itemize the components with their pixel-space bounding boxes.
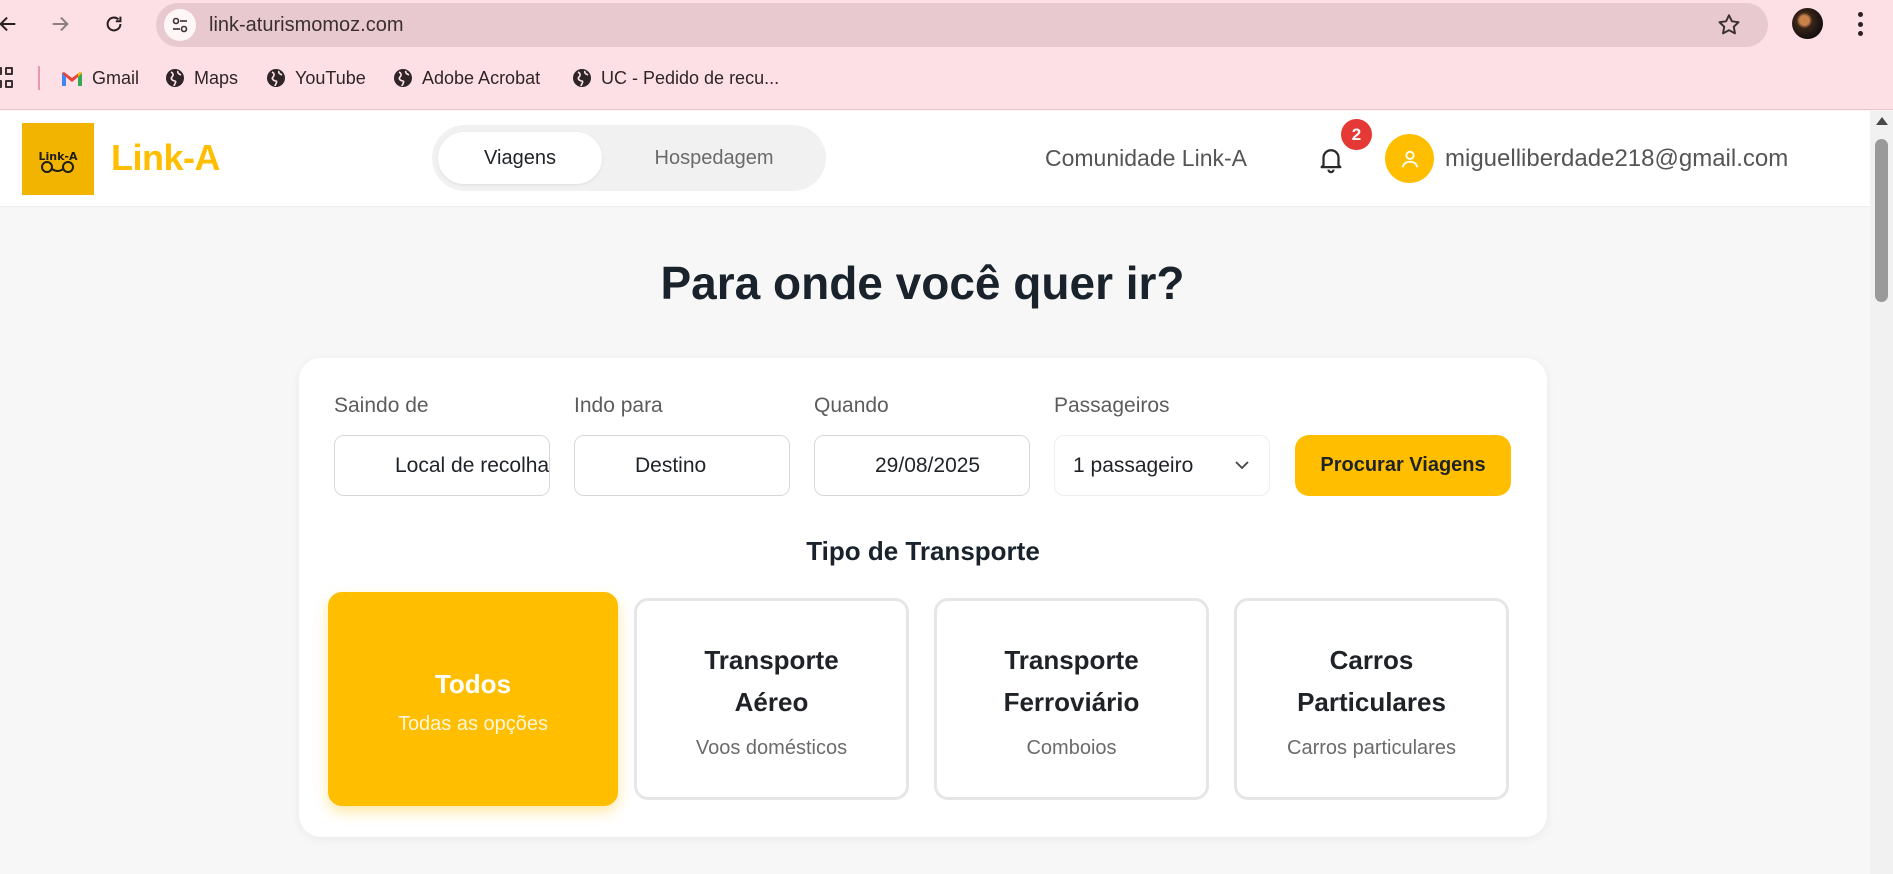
transport-option-ferroviario[interactable]: Transporte Ferroviário Comboios <box>934 598 1209 800</box>
bookmark-label: Gmail <box>92 67 140 88</box>
to-input-value: Destino <box>635 453 707 477</box>
bookmarks-bar: Gmail Maps YouTube Adobe Acrobat UC - Pe… <box>0 60 1893 96</box>
reload-button[interactable] <box>96 6 132 42</box>
browser-profile-avatar[interactable] <box>1792 8 1823 39</box>
transport-option-todos[interactable]: Todos Todas as opções <box>328 592 618 806</box>
from-input-value: Local de recolha <box>395 453 550 477</box>
page-scrollbar[interactable] <box>1870 111 1893 874</box>
scroll-thumb[interactable] <box>1875 139 1888 302</box>
date-input[interactable]: 29/08/2025 <box>814 435 1030 496</box>
passengers-select[interactable]: 1 passageiro <box>1054 435 1270 496</box>
bookmarks-separator <box>38 66 40 90</box>
user-icon <box>1401 150 1418 168</box>
bookmark-star-icon[interactable] <box>1716 12 1742 38</box>
bookmark-youtube[interactable]: YouTube <box>266 66 366 90</box>
to-input[interactable]: Destino <box>574 435 790 496</box>
address-bar[interactable]: link-aturismomoz.com <box>156 3 1768 47</box>
passengers-select-value: 1 passageiro <box>1073 453 1194 477</box>
date-label: Quando <box>814 394 889 417</box>
gmail-icon <box>62 71 82 86</box>
arrow-left-icon <box>0 16 16 32</box>
notification-badge: 2 <box>1341 119 1372 150</box>
option-subtitle: Comboios <box>1026 736 1117 759</box>
bell-icon[interactable] <box>1316 144 1346 174</box>
app-header: Link-A Link-A Viagens Hospedagem Comunid… <box>0 111 1870 207</box>
tab-viagens[interactable]: Viagens <box>438 132 602 184</box>
reload-icon <box>106 16 122 32</box>
bookmark-label: Maps <box>194 67 239 88</box>
search-trips-button[interactable]: Procurar Viagens <box>1295 435 1511 496</box>
logo[interactable]: Link-A <box>22 123 94 195</box>
from-label: Saindo de <box>334 394 429 417</box>
bookmark-label: UC - Pedido de recu... <box>601 67 780 88</box>
user-email[interactable]: miguelliberdade218@gmail.com <box>1445 145 1788 173</box>
bookmark-label: Adobe Acrobat <box>422 67 541 88</box>
bookmark-uc-pedido[interactable]: UC - Pedido de recu... <box>572 66 779 90</box>
transport-type-title: Tipo de Transporte <box>806 536 1040 566</box>
option-title: Transporte Aéreo <box>704 644 839 717</box>
option-subtitle: Carros particulares <box>1287 736 1456 759</box>
brand-name[interactable]: Link-A <box>111 137 221 179</box>
globe-icon <box>573 69 591 87</box>
arrow-right-icon <box>52 16 69 32</box>
browser-chrome: link-aturismomoz.com Gmail Maps YouTube <box>0 0 1893 110</box>
apps-grid-icon[interactable] <box>0 67 14 89</box>
to-label: Indo para <box>574 394 663 417</box>
user-avatar[interactable] <box>1385 134 1434 183</box>
back-button[interactable] <box>0 6 26 42</box>
scroll-up-arrow-icon[interactable] <box>1876 117 1888 125</box>
transport-option-carros[interactable]: Carros Particulares Carros particulares <box>1234 598 1509 800</box>
tune-icon <box>172 17 188 33</box>
option-title: Transporte Ferroviário <box>1003 644 1140 717</box>
bookmark-adobe-acrobat[interactable]: Adobe Acrobat <box>393 66 540 90</box>
option-subtitle: Voos domésticos <box>695 736 848 759</box>
search-card: Saindo de Local de recolha Indo para Des… <box>299 358 1547 837</box>
from-input[interactable]: Local de recolha <box>334 435 550 496</box>
option-subtitle: Todas as opções <box>397 712 549 735</box>
page-title: Para onde você quer ir? <box>660 257 1185 309</box>
tab-hospedagem[interactable]: Hospedagem <box>614 132 814 184</box>
globe-icon <box>267 69 285 87</box>
url-text[interactable]: link-aturismomoz.com <box>209 14 403 37</box>
logo-wheels-icon <box>41 160 74 173</box>
option-title: Todos <box>434 668 512 699</box>
bookmark-gmail[interactable]: Gmail <box>61 66 139 90</box>
main-tabs: Viagens Hospedagem <box>432 125 826 191</box>
option-title: Carros Particulares <box>1297 644 1446 717</box>
date-input-value: 29/08/2025 <box>875 453 981 477</box>
browser-menu-button[interactable] <box>1848 8 1872 40</box>
forward-button[interactable] <box>42 6 78 42</box>
chevron-down-icon <box>1235 461 1249 470</box>
bookmark-label: YouTube <box>295 67 366 88</box>
globe-icon <box>166 69 184 87</box>
transport-option-aereo[interactable]: Transporte Aéreo Voos domésticos <box>634 598 909 800</box>
community-link[interactable]: Comunidade Link-A <box>1045 145 1247 172</box>
passengers-label: Passageiros <box>1054 394 1170 417</box>
globe-icon <box>394 69 412 87</box>
bookmark-maps[interactable]: Maps <box>165 66 238 90</box>
site-info-button[interactable] <box>164 9 196 41</box>
